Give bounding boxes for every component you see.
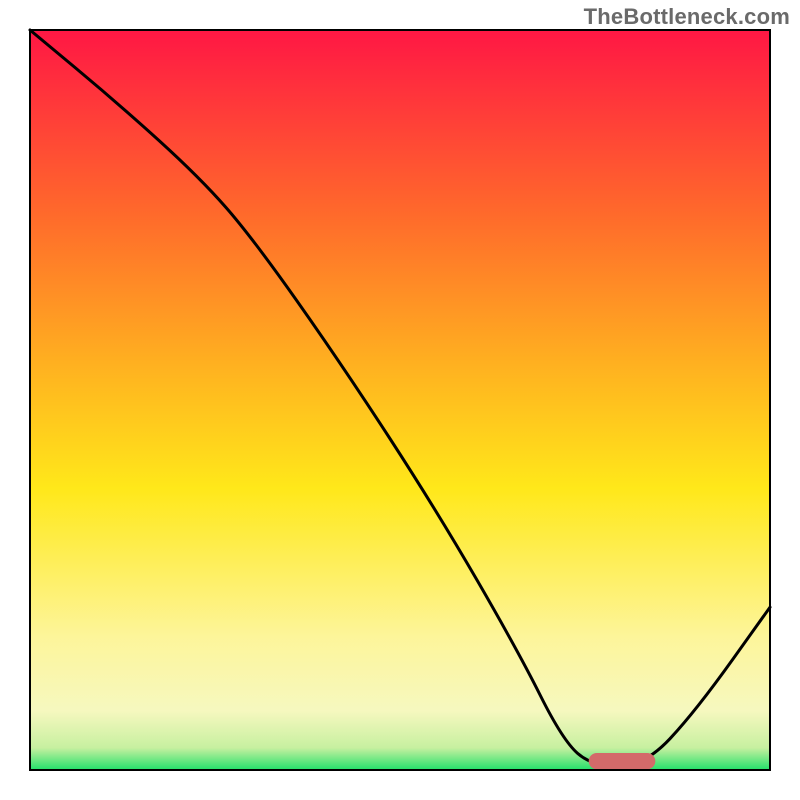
chart-container: TheBottleneck.com xyxy=(0,0,800,800)
chart-background xyxy=(30,30,770,770)
bottleneck-chart xyxy=(0,0,800,800)
optimal-range-marker xyxy=(589,753,656,769)
